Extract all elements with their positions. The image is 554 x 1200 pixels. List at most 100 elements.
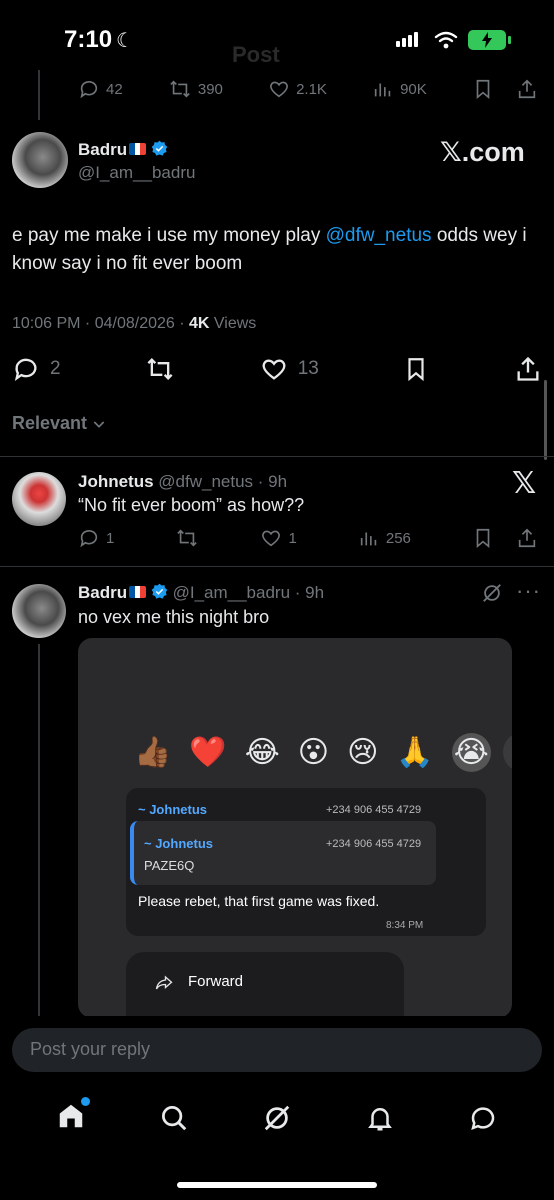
thread-line-top: [38, 70, 40, 120]
reply2-attached-image[interactable]: 👍🏾 ❤️ 😂 😮 😢 🙏 😭 + ~ Johnetus +234 906 45…: [78, 638, 512, 1018]
emoji-cry: 😭: [451, 732, 491, 772]
home-indicator: [177, 1182, 377, 1188]
notifications-icon[interactable]: [365, 1103, 395, 1133]
bottom-tab-bar: [0, 1088, 554, 1148]
prev-repost-button[interactable]: 390: [168, 78, 223, 100]
main-author-name: Badru: [78, 140, 128, 159]
verified-icon: [151, 140, 168, 156]
battery-tip: [508, 36, 511, 44]
main-post-meta: 10:06 PM · 04/08/2026 · 4K Views: [12, 315, 257, 332]
mention-link[interactable]: @dfw_netus: [326, 225, 432, 246]
like-icon: [262, 359, 286, 380]
reply1-like-button[interactable]: 1: [260, 527, 297, 549]
main-post-handle[interactable]: @I_am__badru: [78, 163, 195, 183]
main-post-text: e pay me make i use my money play @dfw_n…: [12, 222, 542, 278]
header-title-faded: Post: [232, 42, 280, 67]
reply1-avatar[interactable]: [12, 472, 66, 526]
prev-like-button[interactable]: 2.1K: [268, 78, 327, 100]
reply-icon: [80, 529, 98, 548]
quoted-phone: +234 906 455 4729: [326, 838, 422, 850]
main-post-avatar[interactable]: [12, 132, 68, 188]
add-reaction-icon: +: [502, 732, 512, 772]
main-reply-button[interactable]: 2: [12, 355, 61, 383]
post-date: 04/08/2026: [94, 315, 175, 332]
reply1-views-count: 256: [385, 529, 411, 547]
reply1-like-count: 1: [288, 529, 297, 547]
emoji-laugh: 😂: [244, 735, 280, 769]
flag-france-icon: [129, 586, 147, 598]
prev-like-count: 2.1K: [296, 80, 327, 98]
reply2-avatar[interactable]: [12, 584, 66, 638]
reply1-reply-count: 1: [106, 529, 115, 547]
messages-icon[interactable]: [468, 1103, 498, 1133]
main-like-count: 13: [297, 358, 319, 379]
tab-home[interactable]: [56, 1096, 91, 1136]
main-repost-button[interactable]: [145, 355, 175, 383]
divider: [0, 566, 554, 567]
prev-views-button[interactable]: 90K: [372, 78, 427, 100]
grok-icon[interactable]: [262, 1103, 292, 1133]
reaction-emoji-row: 👍🏾 ❤️ 😂 😮 😢 🙏 😭 +: [134, 732, 512, 772]
main-post-actions: 2 13: [12, 355, 542, 383]
quoted-text: PAZE6Q: [144, 858, 195, 873]
more-icon[interactable]: ···: [516, 578, 541, 604]
like-icon: [270, 81, 289, 98]
reply1-header: Johnetus @dfw_netus · 9h: [78, 472, 288, 491]
views-icon: [360, 532, 377, 546]
prev-post-actions: 42 390 2.1K 90K: [78, 78, 538, 100]
reply1-reply-button[interactable]: 1: [78, 527, 114, 549]
reply1-repost-button[interactable]: [175, 527, 199, 549]
share-icon[interactable]: [514, 355, 542, 383]
bookmark-icon[interactable]: [403, 355, 429, 383]
main-text-part1: e pay me make i use my money play: [12, 225, 326, 246]
main-like-button[interactable]: 13: [260, 355, 319, 383]
forward-icon: [155, 975, 173, 990]
chevron-down-icon: [93, 420, 105, 428]
scroll-indicator: [544, 380, 547, 460]
flag-france-icon: [129, 143, 147, 155]
reply1-author-name[interactable]: Johnetus: [78, 472, 154, 491]
share-icon[interactable]: [516, 527, 538, 549]
reply2-author-name[interactable]: Badru: [78, 583, 127, 602]
reply2-header: Badru @I_am__badru · 9h: [78, 583, 325, 602]
main-post-author[interactable]: Badru: [78, 140, 168, 160]
msg-text: Please rebet, that first game was fixed.: [138, 893, 380, 909]
emoji-thumbs-up: 👍🏾: [134, 735, 172, 769]
wifi-icon: [434, 31, 458, 49]
menu-forward: Forward: [188, 973, 244, 990]
moon-icon: ☾: [116, 30, 134, 52]
views-icon: [374, 83, 391, 97]
prev-views-count: 90K: [400, 80, 427, 98]
sort-label: Relevant: [12, 413, 88, 433]
signal-icon: [396, 32, 418, 47]
quoted-sender: ~ Johnetus: [144, 836, 213, 851]
post-views-count[interactable]: 4K: [189, 315, 209, 332]
bookmark-icon[interactable]: [472, 78, 494, 100]
battery-icon: [468, 30, 506, 50]
reply2-handle[interactable]: @I_am__badru: [173, 583, 290, 602]
search-icon[interactable]: [159, 1103, 189, 1133]
home-notification-dot: [81, 1096, 91, 1106]
grok-icon[interactable]: [481, 582, 503, 604]
share-icon[interactable]: [516, 78, 538, 100]
msg-time: 8:34 PM: [386, 920, 424, 931]
reply1-views-button[interactable]: 256: [358, 527, 411, 549]
thread-line-reply2: [38, 644, 40, 1016]
repost-icon: [147, 358, 173, 380]
post-reply-input[interactable]: Post your reply: [12, 1028, 542, 1072]
sort-dropdown[interactable]: Relevant: [12, 413, 107, 434]
reply2-age: 9h: [305, 583, 325, 602]
reply1-handle[interactable]: @dfw_netus: [158, 472, 253, 491]
x-logo-icon: 𝕏: [512, 467, 537, 500]
reply2-text: no vex me this night bro: [78, 607, 270, 627]
prev-reply-count: 42: [106, 80, 123, 98]
repost-icon: [170, 80, 190, 98]
reply-icon: [14, 358, 37, 382]
emoji-sad: 😢: [347, 735, 379, 769]
reply1-actions: 1 1 256: [78, 527, 538, 549]
prev-reply-button[interactable]: 42: [78, 78, 123, 100]
bookmark-icon[interactable]: [472, 527, 494, 549]
emoji-heart: ❤️: [189, 735, 227, 769]
emoji-pray: 🙏: [396, 735, 434, 769]
like-icon: [262, 530, 281, 547]
